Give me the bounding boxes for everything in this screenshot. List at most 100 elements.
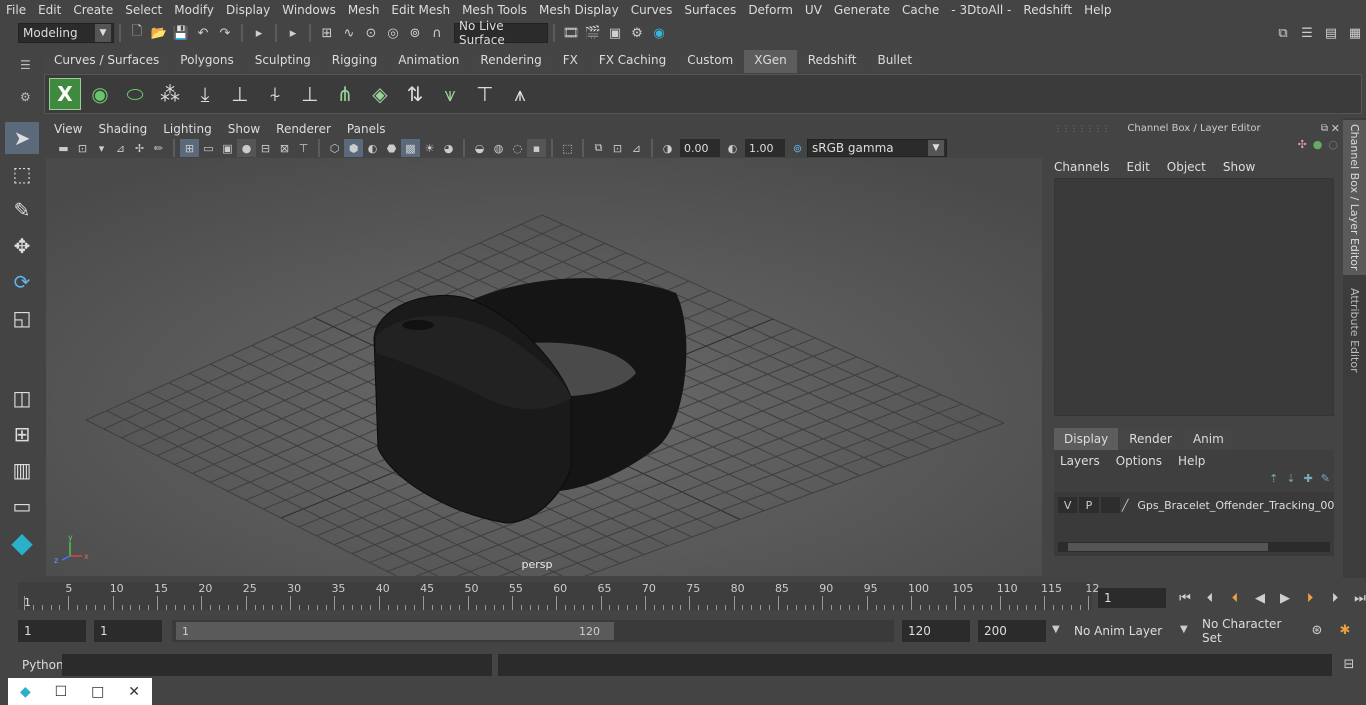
undo-icon[interactable]: ↶ [193, 23, 213, 43]
xgen-preview-icon[interactable]: ◉ [84, 78, 116, 110]
antialias-icon[interactable]: ◌ [508, 139, 527, 157]
character-set-select[interactable]: No Character Set [1196, 617, 1300, 645]
xgen-sculpt-icon[interactable]: ⍭ [259, 78, 291, 110]
grease-pencil-icon[interactable]: ✏ [149, 139, 168, 157]
close-window-icon[interactable]: ✕ [128, 684, 140, 700]
grid-icon[interactable]: ⊞ [180, 139, 199, 157]
xgen-brush-icon[interactable]: ⋔ [329, 78, 361, 110]
chevron-down-icon[interactable]: ▼ [1052, 624, 1060, 635]
colorspace-select[interactable]: sRGB gamma ▼ [807, 139, 947, 157]
xgen-delete-icon[interactable]: ⩚ [504, 78, 536, 110]
start-time-field[interactable]: 1 [18, 620, 86, 642]
channel-menu-object[interactable]: Object [1167, 160, 1206, 174]
menu-curves[interactable]: Curves [625, 3, 679, 17]
save-scene-icon[interactable]: 💾 [171, 23, 191, 43]
viewport-menu-show[interactable]: Show [220, 122, 268, 136]
xgen-cut-icon[interactable]: ⊤ [469, 78, 501, 110]
layer-down-icon[interactable]: ⇣ [1286, 472, 1295, 492]
anim-layer-select[interactable]: No Anim Layer [1068, 620, 1178, 642]
channel-list[interactable] [1054, 178, 1334, 416]
xgen-create-icon[interactable]: ⬭ [119, 78, 151, 110]
xray-comp-icon[interactable]: ⊿ [627, 139, 646, 157]
menu-uv[interactable]: UV [799, 3, 828, 17]
layout-preset-icon[interactable]: ▭ [5, 490, 39, 522]
exposure-icon[interactable]: ◑ [658, 139, 677, 157]
ambient-occlusion-icon[interactable]: ◒ [470, 139, 489, 157]
viewport-menu-panels[interactable]: Panels [339, 122, 394, 136]
live-surface-field[interactable]: No Live Surface [454, 19, 548, 47]
viewport-menu-renderer[interactable]: Renderer [268, 122, 339, 136]
layer-menu-options[interactable]: Options [1116, 454, 1162, 468]
step-back-icon[interactable]: ⏴ [1200, 588, 1220, 608]
layer-color-icon[interactable]: ╱ [1122, 499, 1136, 512]
script-language-label[interactable]: Python [22, 658, 64, 672]
prefs-icon[interactable]: ✱ [1335, 620, 1355, 640]
isolate-icon[interactable]: ⬚ [558, 139, 577, 157]
menu-modify[interactable]: Modify [168, 3, 220, 17]
chevron-down-icon[interactable]: ▼ [1180, 624, 1188, 635]
scale-tool-icon[interactable]: ◱ [5, 302, 39, 334]
xgen-grid-icon[interactable]: ◈ [364, 78, 396, 110]
lights-icon[interactable]: ☀ [420, 139, 439, 157]
auto-key-icon[interactable]: ⊛ [1307, 620, 1327, 640]
render-settings-icon[interactable]: ⚙ [627, 23, 647, 43]
shelf-tab-sculpting[interactable]: Sculpting [244, 50, 321, 73]
layer-name[interactable]: Gps_Bracelet_Offender_Tracking_001 [1137, 499, 1334, 512]
channel-menu-channels[interactable]: Channels [1054, 160, 1110, 174]
layer-type-toggle[interactable] [1100, 497, 1120, 513]
menu-3dtoall[interactable]: - 3DtoAll - [945, 3, 1017, 17]
viewport-3d[interactable]: x y z persp [46, 158, 1042, 576]
field-chart-icon[interactable]: ⊟ [256, 139, 275, 157]
bookmark-icon[interactable]: ▾ [92, 139, 111, 157]
tab-display[interactable]: Display [1054, 428, 1119, 450]
menu-file[interactable]: File [0, 3, 32, 17]
xgen-add-guide-icon[interactable]: ⊥ [224, 78, 256, 110]
shelf-tab-curves-surfaces[interactable]: Curves / Surfaces [44, 50, 170, 73]
menu-mesh[interactable]: Mesh [342, 3, 386, 17]
menu-select[interactable]: Select [119, 3, 168, 17]
snap-view-icon[interactable]: ◎ [383, 23, 403, 43]
go-end-icon[interactable]: ⏭ [1350, 588, 1366, 608]
menu-mesh-display[interactable]: Mesh Display [533, 3, 625, 17]
open-scene-icon[interactable]: 📂 [149, 23, 169, 43]
shelf-menu-icon[interactable]: ☰ [20, 58, 34, 72]
range-bar[interactable]: 1 120 [172, 620, 894, 642]
wireframe-icon[interactable]: ⬡ [325, 139, 344, 157]
shelf-tab-fx-caching[interactable]: FX Caching [588, 50, 677, 73]
outliner-view-icon[interactable]: ▥ [5, 454, 39, 486]
step-forward-icon[interactable]: ⏵ [1325, 588, 1345, 608]
play-forward-icon[interactable]: ▶ [1275, 588, 1295, 608]
maximize-icon[interactable]: □ [91, 684, 104, 700]
shelf-tab-polygons[interactable]: Polygons [170, 50, 244, 73]
shelf-tab-animation[interactable]: Animation [388, 50, 470, 73]
xgen-move-icon[interactable]: ⇅ [399, 78, 431, 110]
xray-joints-icon[interactable]: ⊡ [608, 139, 627, 157]
paint-select-icon[interactable]: ✎ [5, 194, 39, 226]
xgen-editor-icon[interactable]: X [49, 78, 81, 110]
resolution-gate-icon[interactable]: ▣ [218, 139, 237, 157]
mode-select[interactable]: Modeling ▼ [18, 23, 114, 43]
script-editor-icon[interactable]: ⊟ [1339, 654, 1359, 674]
time-slider[interactable]: 5 10 15 20 25 30 35 40 45 50 55 60 65 70 75 80 85 90 95 100… [0, 580, 1366, 614]
play-back-icon[interactable]: ◀ [1250, 588, 1270, 608]
shelf-tab-rigging[interactable]: Rigging [321, 50, 388, 73]
single-view-icon[interactable]: ◫ [5, 382, 39, 414]
xgen-lock-icon[interactable]: ⊥ [294, 78, 326, 110]
shelf-tab-fx[interactable]: FX [552, 50, 588, 73]
gamma-field[interactable]: 1.00 [745, 139, 785, 157]
snap-point-icon[interactable]: ⊙ [361, 23, 381, 43]
menu-edit[interactable]: Edit [32, 3, 67, 17]
menu-cache[interactable]: Cache [896, 3, 945, 17]
drag-handle-icon[interactable]: ⋮⋮⋮⋮⋮⋮⋮ [1054, 124, 1110, 133]
smooth-shade-icon[interactable]: ⬢ [344, 139, 363, 157]
panels-icon[interactable]: ▤ [1321, 23, 1341, 43]
menu-windows[interactable]: Windows [276, 3, 342, 17]
workspace-icon[interactable]: ⧉ [1273, 23, 1293, 43]
camera-attr-icon[interactable]: ⊡ [73, 139, 92, 157]
xgen-guides-icon[interactable]: ⁂ [154, 78, 186, 110]
layer-menu-layers[interactable]: Layers [1060, 454, 1100, 468]
layout-icon[interactable]: ☰ [1297, 23, 1317, 43]
layer-menu-help[interactable]: Help [1178, 454, 1205, 468]
image-plane-icon[interactable]: ⊿ [111, 139, 130, 157]
viewport-canvas[interactable]: x y z persp [46, 158, 1042, 576]
